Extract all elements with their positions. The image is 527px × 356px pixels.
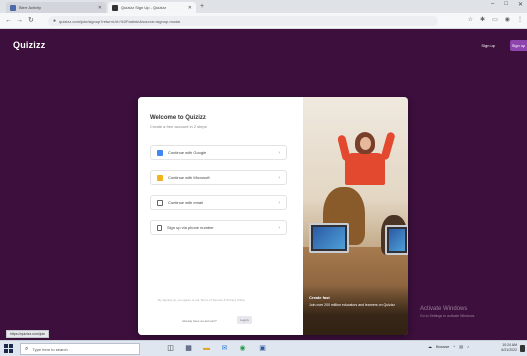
- caption-shade: [303, 285, 408, 335]
- laptop-screen: [389, 229, 405, 251]
- reload-icon[interactable]: ↻: [28, 16, 34, 25]
- browser-tab-bar: Blerr Activity ✕ Quizizz Sign Up - Quizi…: [0, 0, 527, 13]
- sidebar-icon[interactable]: ▭: [492, 16, 498, 25]
- header-sign-in-link[interactable]: Sign up: [481, 43, 495, 48]
- option-label: Continue with email: [168, 200, 203, 205]
- network-icon[interactable]: ▤: [459, 344, 463, 349]
- taskbar-clock[interactable]: 10:24 AM 6/21/2022: [501, 343, 517, 353]
- google-icon: [157, 149, 163, 156]
- app-icon[interactable]: ▣: [257, 343, 268, 354]
- profile-icon[interactable]: ◉: [505, 16, 510, 25]
- option-label: Sign up via phone number: [167, 225, 214, 230]
- tab-close-icon[interactable]: ✕: [188, 5, 192, 11]
- address-url[interactable]: quizizz.com/join/signup?returnUrl=%2Fadm…: [59, 19, 180, 24]
- photo-caption: Create fast Join over 200 million educat…: [309, 295, 404, 308]
- notification-icon[interactable]: [520, 345, 525, 352]
- browser-tab-active[interactable]: Quizizz Sign Up - Quizizz ✕: [108, 2, 196, 13]
- windows-start-icon[interactable]: [4, 344, 13, 353]
- modal-subtitle: Create a free account in 2 steps: [150, 124, 207, 129]
- chevron-right-icon: ›: [278, 199, 280, 206]
- continue-with-google-button[interactable]: Continue with Google ›: [150, 145, 287, 160]
- new-tab-button[interactable]: +: [200, 2, 204, 11]
- signup-modal: Welcome to Quizizz Create a free account…: [138, 97, 408, 335]
- lock-icon: ●: [53, 18, 57, 24]
- chevron-up-icon[interactable]: ^: [453, 344, 455, 349]
- browser-toolbar: ← → ↻ ● quizizz.com/join/signup?returnUr…: [0, 13, 527, 29]
- option-label: Continue with Google: [168, 150, 207, 155]
- watermark-subtitle: Go to Settings to activate Windows.: [420, 314, 476, 318]
- chrome-icon[interactable]: ◉: [237, 343, 248, 354]
- extensions-icon[interactable]: ✱: [480, 16, 485, 25]
- quizizz-logo[interactable]: Quizizz: [13, 40, 45, 50]
- caption-text: Join over 200 million educators and lear…: [309, 303, 395, 307]
- have-account-text: Already have an account?: [182, 319, 217, 323]
- mail-icon[interactable]: ✉: [219, 343, 230, 354]
- signup-panel: Welcome to Quizizz Create a free account…: [138, 97, 303, 335]
- terms-text: By signing up, you agree to our Terms of…: [158, 298, 245, 302]
- email-icon: [157, 199, 163, 206]
- weather-icon[interactable]: ☁: [428, 344, 432, 349]
- window-controls: – □ ✕: [491, 1, 523, 8]
- teacher-figure: [345, 153, 385, 185]
- menu-icon[interactable]: ⋮: [517, 16, 523, 25]
- search-icon: ⌕: [25, 345, 29, 352]
- continue-with-microsoft-button[interactable]: Continue with Microsoft ›: [150, 170, 287, 185]
- store-icon[interactable]: ▦: [183, 343, 194, 354]
- maximize-button[interactable]: □: [504, 1, 508, 8]
- taskbar-search-box[interactable]: ⌕ Type here to search: [20, 343, 140, 355]
- log-in-button[interactable]: Log in: [237, 316, 252, 324]
- close-window-button[interactable]: ✕: [518, 1, 523, 8]
- continue-with-email-button[interactable]: Continue with email ›: [150, 195, 287, 210]
- caption-title: Create fast: [309, 295, 330, 300]
- chevron-right-icon: ›: [278, 224, 280, 231]
- chevron-right-icon: ›: [278, 174, 280, 181]
- laptop-image: [309, 223, 349, 253]
- system-tray: ☁ Browse ^ ▤ ♪: [428, 344, 513, 349]
- laptop-screen: [313, 227, 345, 249]
- minimize-button[interactable]: –: [491, 1, 494, 8]
- watermark-title: Activate Windows: [420, 306, 468, 312]
- tab-favicon-icon: [10, 4, 16, 11]
- windows-taskbar: ⌕ Type here to search ◫ ▦ ▬ ✉ ◉ ▣ ☁ Brow…: [0, 340, 527, 356]
- chevron-right-icon: ›: [278, 149, 280, 156]
- task-view-icon[interactable]: ◫: [165, 343, 176, 354]
- phone-icon: [157, 224, 162, 231]
- toolbar-icons: ☆ ✱ ▭ ◉ ⋮: [468, 16, 523, 25]
- file-explorer-icon[interactable]: ▬: [201, 343, 212, 354]
- forward-icon[interactable]: →: [16, 16, 23, 25]
- tray-label[interactable]: Browse: [436, 344, 449, 349]
- tab-title: Blerr Activity: [19, 5, 42, 10]
- volume-icon[interactable]: ♪: [467, 344, 469, 349]
- teacher-face: [360, 137, 371, 150]
- classroom-photo: Create fast Join over 200 million educat…: [303, 97, 408, 335]
- modal-title: Welcome to Quizizz: [150, 115, 206, 121]
- option-label: Continue with Microsoft: [168, 175, 210, 180]
- status-bar-url: https://quizizz.com/join: [6, 330, 50, 338]
- tab-title: Quizizz Sign Up - Quizizz: [121, 5, 167, 10]
- tab-close-icon[interactable]: ✕: [98, 5, 102, 11]
- address-bar[interactable]: ● quizizz.com/join/signup?returnUrl=%2Fa…: [48, 16, 438, 26]
- laptop-image: [385, 225, 408, 255]
- star-icon[interactable]: ☆: [468, 16, 473, 25]
- clock-date: 6/21/2022: [501, 348, 517, 352]
- header-sign-up-button[interactable]: Sign up: [510, 40, 527, 51]
- search-placeholder: Type here to search: [32, 346, 68, 352]
- activate-windows-watermark: Activate Windows Go to Settings to activ…: [420, 306, 475, 318]
- back-icon[interactable]: ←: [5, 16, 12, 25]
- signup-via-phone-button[interactable]: Sign up via phone number ›: [150, 220, 287, 235]
- microsoft-icon: [157, 174, 163, 181]
- browser-tab-inactive[interactable]: Blerr Activity ✕: [6, 2, 106, 13]
- tab-favicon-icon: [112, 4, 118, 11]
